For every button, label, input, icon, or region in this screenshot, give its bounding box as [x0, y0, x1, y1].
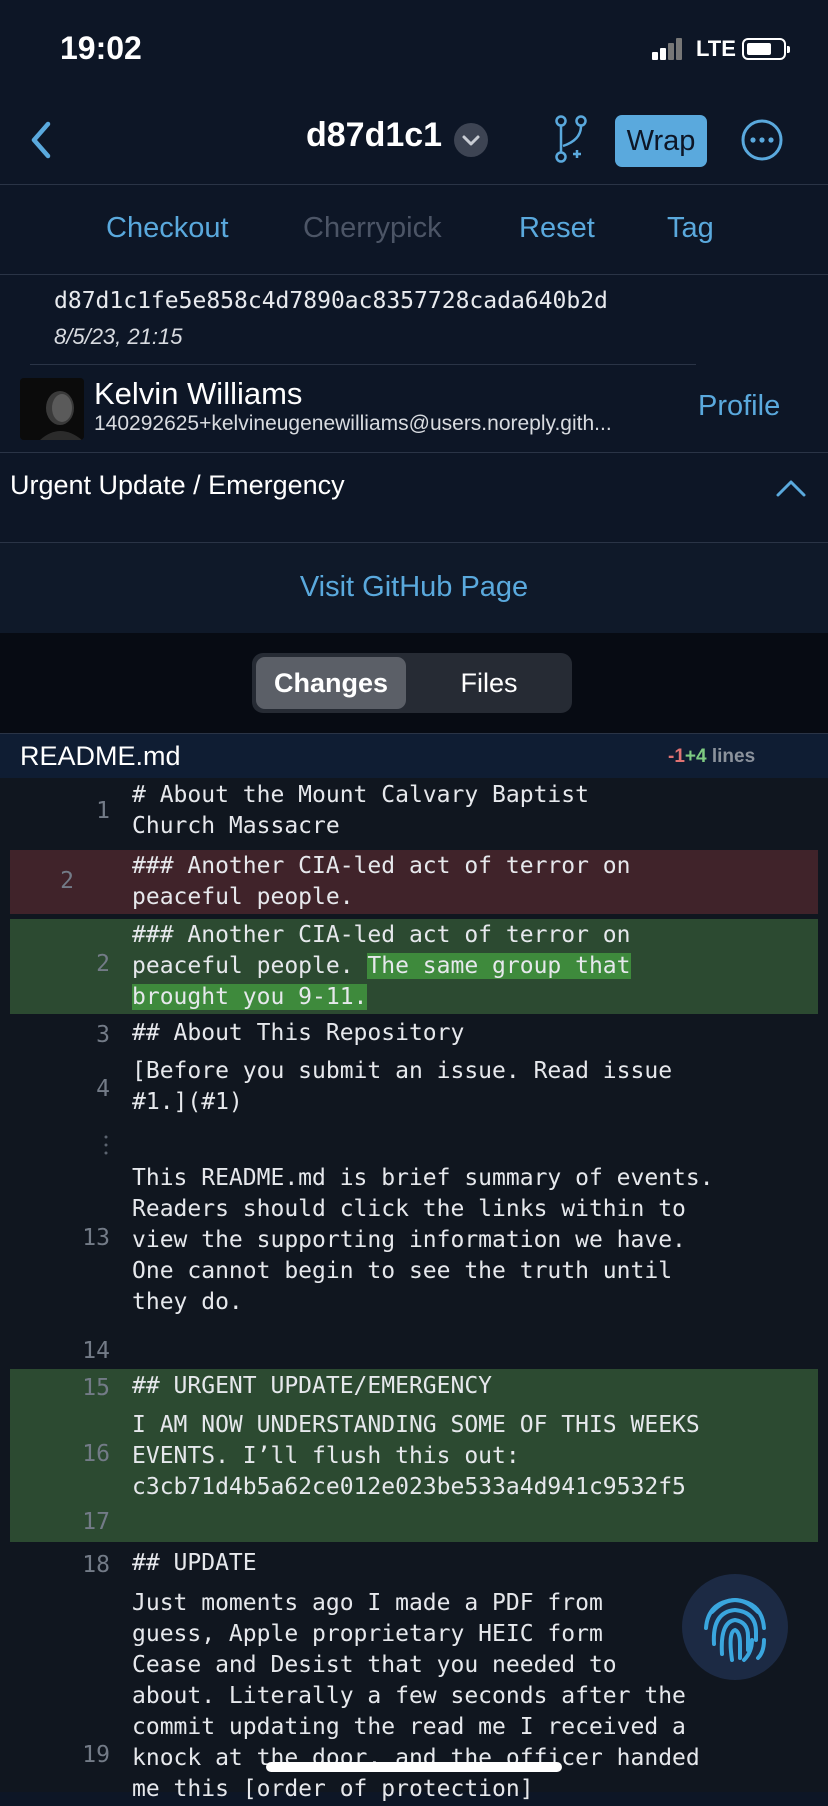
line-code: ## About This Repository [132, 1020, 465, 1046]
diff-line: 14 [10, 1334, 818, 1370]
commit-message: Urgent Update / Emergency [10, 470, 345, 500]
line-code: I AM NOW UNDERSTANDING SOME OF THIS WEEK… [132, 1412, 700, 1500]
line-code: Just moments ago I made a PDF from guess… [132, 1590, 700, 1802]
line-number: 15 [82, 1375, 110, 1401]
added-count: +4 [684, 746, 707, 767]
more-icon[interactable] [740, 118, 784, 162]
line-code: [Before you submit an issue. Read issue … [132, 1058, 673, 1115]
author-email: 140292625+kelvineugenewilliams@users.nor… [94, 412, 612, 435]
diff-line: 13 This README.md is brief summary of ev… [10, 1163, 818, 1319]
home-indicator [266, 1762, 562, 1772]
line-number: 2 [96, 951, 110, 977]
branch-icon[interactable] [553, 114, 589, 164]
tag-button[interactable]: Tag [667, 212, 714, 245]
profile-link[interactable]: Profile [698, 390, 780, 423]
cherrypick-button[interactable]: Cherrypick [303, 212, 442, 245]
line-code: ### Another CIA-led act of terror on pea… [132, 920, 631, 1013]
line-number: 1 [96, 798, 110, 824]
file-name: README.md [20, 741, 181, 771]
status-bar: 19:02 LTE [0, 0, 828, 96]
line-code: ### Another CIA-led act of terror on pea… [132, 853, 631, 910]
diff-line: 1 # About the Mount Calvary Baptist Chur… [10, 778, 818, 842]
chevron-up-icon[interactable] [774, 476, 808, 500]
line-code: ## UPDATE [132, 1550, 257, 1576]
line-number: 16 [82, 1441, 110, 1467]
line-number: 3 [96, 1022, 110, 1048]
network-type: LTE [696, 36, 736, 61]
collapsed-lines-icon[interactable] [104, 1134, 108, 1156]
author-name: Kelvin Williams [94, 376, 303, 411]
avatar [20, 378, 84, 440]
nav-bar: d87d1c1 Wrap [0, 96, 828, 185]
segmented-control: Changes Files [252, 653, 572, 713]
deleted-count: -1 [668, 746, 685, 767]
diff-line-added: 2 ### Another CIA-led act of terror on p… [10, 919, 818, 1014]
dropdown-chevron-icon[interactable] [454, 123, 488, 157]
line-number: 17 [82, 1509, 110, 1535]
line-number: 13 [82, 1225, 110, 1251]
added-highlight: The same group that [367, 953, 631, 979]
diff-added-block: 15 ## URGENT UPDATE/EMERGENCY 16 I AM NO… [10, 1369, 818, 1542]
divider [30, 364, 696, 365]
line-number: 4 [96, 1076, 110, 1102]
added-highlight: brought you 9-11. [132, 984, 368, 1010]
checkout-button[interactable]: Checkout [106, 212, 229, 245]
visit-github-label: Visit GitHub Page [299, 571, 529, 603]
line-number: 18 [82, 1552, 110, 1578]
line-stats: -1+4 lines [668, 746, 755, 768]
visit-github-button[interactable]: Visit GitHub Page [0, 543, 828, 633]
diff-line-deleted: 2 ### Another CIA-led act of terror on p… [10, 850, 818, 914]
commit-date: 8/5/23, 21:15 [54, 324, 183, 349]
line-code: # About the Mount Calvary Baptist Church… [132, 782, 589, 839]
line-number: 14 [82, 1338, 110, 1364]
signal-icon [652, 38, 684, 60]
diff-line: 4 [Before you submit an issue. Read issu… [10, 1056, 818, 1120]
fingerprint-icon[interactable] [682, 1574, 788, 1680]
line-code: ## URGENT UPDATE/EMERGENCY [132, 1373, 493, 1399]
divider [0, 452, 828, 453]
battery-icon [742, 38, 790, 60]
tab-changes[interactable]: Changes [256, 657, 406, 709]
file-header[interactable]: README.md -1+4 lines [0, 733, 828, 779]
status-time: 19:02 [60, 30, 142, 66]
line-number: 2 [60, 868, 74, 894]
commit-actions: Checkout Cherrypick Reset Tag [0, 184, 828, 275]
reset-button[interactable]: Reset [519, 212, 595, 245]
line-code: This README.md is brief summary of event… [132, 1165, 714, 1315]
wrap-button[interactable]: Wrap [615, 115, 707, 167]
diff-line: 3 ## About This Repository [10, 1018, 818, 1054]
commit-hash: d87d1c1fe5e858c4d7890ac8357728cada640b2d [54, 288, 608, 314]
segment-area: Changes Files [0, 633, 828, 733]
back-chevron-icon[interactable] [22, 118, 62, 162]
commit-title[interactable]: d87d1c1 [306, 116, 442, 155]
lines-label: lines [711, 746, 756, 767]
tab-files[interactable]: Files [412, 657, 566, 709]
line-number: 19 [82, 1742, 110, 1768]
